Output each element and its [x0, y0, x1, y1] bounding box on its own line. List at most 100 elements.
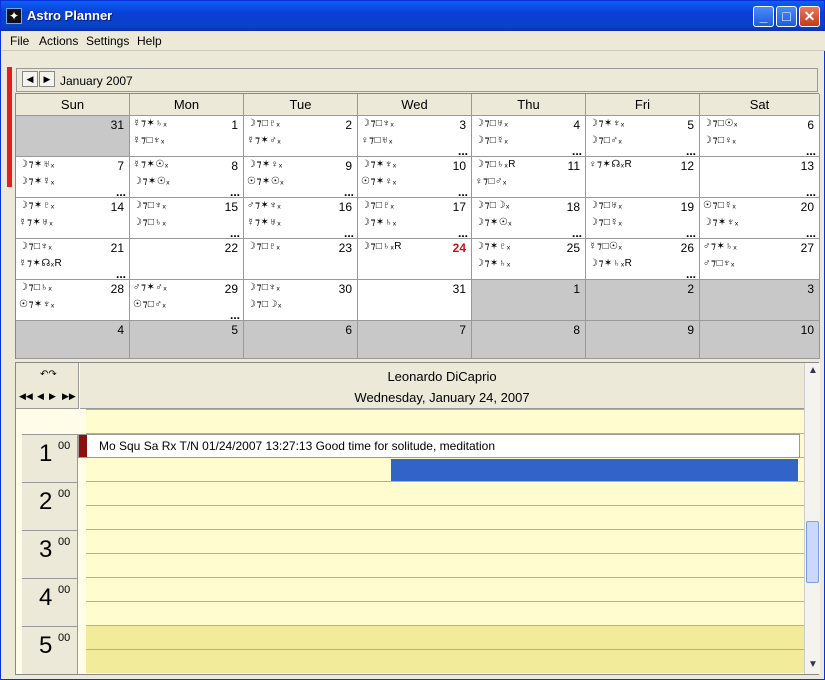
more-indicator[interactable]: ... — [458, 145, 468, 156]
more-indicator[interactable]: ... — [116, 268, 126, 279]
aspect-entry[interactable]: ☽⁊□♄ₓR — [361, 241, 402, 252]
aspect-entry[interactable]: ☽⁊□♄ₓ — [19, 282, 52, 293]
menu-help[interactable]: Help — [137, 34, 162, 48]
aspect-entry[interactable]: ☽⁊✶♄ₓ — [361, 217, 397, 228]
time-slot-row[interactable] — [86, 409, 804, 433]
more-indicator[interactable]: ... — [806, 227, 816, 238]
time-slot-row[interactable] — [86, 577, 804, 601]
aspect-entry[interactable]: ☽⁊✶♇ₓ — [19, 200, 55, 211]
aspect-entry[interactable]: ♀⁊✶☊ₓR — [589, 159, 632, 170]
aspect-entry[interactable]: ☿⁊✶♅ₓ — [247, 217, 281, 228]
calendar-day-cell[interactable]: 3 ☽⁊□♆ₓ ♀⁊□♅ₓ... — [358, 116, 472, 157]
aspect-entry[interactable]: ☿⁊✶☉ₓ — [133, 159, 169, 170]
event-duration-bar[interactable] — [391, 459, 798, 481]
more-indicator[interactable]: ... — [458, 227, 468, 238]
more-indicator[interactable]: ... — [344, 227, 354, 238]
calendar-day-cell[interactable]: 14 ☽⁊✶♇ₓ ☿⁊✶♅ₓ — [16, 198, 130, 239]
aspect-entry[interactable]: ☿⁊✶♅ₓ — [19, 217, 53, 228]
more-indicator[interactable]: ... — [230, 186, 240, 197]
time-slot-row[interactable] — [86, 625, 804, 649]
time-slot-row[interactable] — [86, 481, 804, 505]
calendar-day-cell[interactable]: 18 ☽⁊□☽ₓ ☽⁊✶☉ₓ... — [472, 198, 586, 239]
calendar-day-cell[interactable]: 26 ☿⁊□☉ₓ ☽⁊✶♄ₓR... — [586, 239, 700, 280]
aspect-entry[interactable]: ☽⁊✶♇ₓ — [475, 241, 511, 252]
aspect-entry[interactable]: ☉⁊□♂ₓ — [133, 299, 166, 310]
calendar-day-cell[interactable]: 27 ♂⁊✶♄ₓ ♂⁊□♆ₓ — [700, 239, 820, 280]
calendar-day-cell[interactable]: 1 ☿⁊✶♄ₓ ☿⁊□♆ₓ — [130, 116, 244, 157]
aspect-entry[interactable]: ☽⁊□♆ₓ — [247, 282, 280, 293]
aspect-entry[interactable]: ☽⁊□☽ₓ — [475, 200, 510, 211]
calendar-day-cell[interactable]: 10 ☽⁊✶♆ₓ ☉⁊✶♀ₓ... — [358, 157, 472, 198]
aspect-entry[interactable]: ☉⁊✶☉ₓ — [247, 176, 284, 187]
menu-file[interactable]: File — [10, 34, 29, 48]
time-slot-row[interactable] — [86, 649, 804, 673]
calendar-day-cell[interactable]: 24 ☽⁊□♄ₓR — [358, 239, 472, 280]
more-indicator[interactable]: ... — [572, 145, 582, 156]
calendar-day-cell[interactable]: 20 ☉⁊□☿ₓ ☽⁊✶♆ₓ... — [700, 198, 820, 239]
aspect-entry[interactable]: ☿⁊□☉ₓ — [589, 241, 622, 252]
aspect-entry[interactable]: ☽⁊✶♀ₓ — [247, 159, 283, 170]
calendar-day-cell[interactable]: 9 ☽⁊✶♀ₓ ☉⁊✶☉ₓ... — [244, 157, 358, 198]
close-button[interactable]: ✕ — [799, 6, 820, 27]
aspect-entry[interactable]: ♀⁊□♅ₓ — [361, 135, 393, 146]
aspect-entry[interactable]: ☽⁊✶♆ₓ — [589, 118, 625, 129]
calendar-day-cell[interactable]: 23 ☽⁊□♇ₓ — [244, 239, 358, 280]
aspect-entry[interactable]: ☉⁊✶♀ₓ — [361, 176, 397, 187]
prev-day-icon[interactable]: ◀ — [37, 391, 44, 402]
calendar-day-cell[interactable]: 9 — [586, 321, 700, 359]
scroll-down-icon[interactable]: ▼ — [806, 659, 820, 673]
more-indicator[interactable]: ... — [458, 186, 468, 197]
aspect-entry[interactable]: ☽⁊□♅ₓ — [475, 118, 508, 129]
calendar-day-cell[interactable]: 10 — [700, 321, 820, 359]
more-indicator[interactable]: ... — [806, 145, 816, 156]
aspect-entry[interactable]: ☽⁊□♆ₓ — [19, 241, 52, 252]
aspect-entry[interactable]: ☽⁊□♀ₓ — [703, 135, 736, 146]
aspect-entry[interactable]: ☽⁊□☉ₓ — [703, 118, 738, 129]
aspect-entry[interactable]: ♂⁊✶♄ₓ — [703, 241, 737, 252]
aspect-entry[interactable]: ☽⁊✶♆ₓ — [361, 159, 397, 170]
refresh-icon[interactable]: ↶↷ — [40, 369, 57, 380]
more-indicator[interactable]: ... — [572, 227, 582, 238]
aspect-entry[interactable]: ☽⁊□♅ₓ — [589, 200, 622, 211]
time-slot-row[interactable] — [86, 553, 804, 577]
more-indicator[interactable]: ... — [116, 186, 126, 197]
calendar-day-cell[interactable]: 1 — [472, 280, 586, 321]
calendar-day-cell[interactable]: 11 ☽⁊□♄ₓR ♀⁊□♂ₓ — [472, 157, 586, 198]
maximize-button[interactable]: □ — [776, 6, 797, 27]
time-slot-row[interactable] — [86, 529, 804, 553]
calendar-day-cell[interactable]: 2 — [586, 280, 700, 321]
aspect-entry[interactable]: ☽⁊□♆ₓ — [361, 118, 394, 129]
aspect-entry[interactable]: ☉⁊✶♆ₓ — [19, 299, 55, 310]
calendar-day-cell[interactable]: 21 ☽⁊□♆ₓ ☿⁊✶☊ₓR... — [16, 239, 130, 280]
calendar-day-cell[interactable]: 13... — [700, 157, 820, 198]
calendar-day-cell[interactable]: 7 — [358, 321, 472, 359]
calendar-day-cell[interactable]: 6 ☽⁊□☉ₓ ☽⁊□♀ₓ... — [700, 116, 820, 157]
aspect-entry[interactable]: ☽⁊□♇ₓ — [247, 118, 280, 129]
calendar-day-cell[interactable]: 31 — [16, 116, 130, 157]
menu-settings[interactable]: Settings — [86, 34, 129, 48]
aspect-entry[interactable]: ☽⁊□♇ₓ — [361, 200, 394, 211]
aspect-entry[interactable]: ☿⁊✶♄ₓ — [133, 118, 167, 129]
aspect-entry[interactable]: ☽⁊□♆ₓ — [133, 200, 166, 211]
aspect-entry[interactable]: ♂⁊✶♂ₓ — [133, 282, 167, 293]
aspect-entry[interactable]: ☉⁊□☿ₓ — [703, 200, 736, 211]
calendar-day-cell[interactable]: 22 — [130, 239, 244, 280]
title-bar[interactable]: ✦ Astro Planner _ □ ✕ — [1, 1, 824, 31]
prev-month-button[interactable]: ◀ — [22, 71, 38, 87]
event-row[interactable]: Mo Squ Sa Rx T/N 01/24/2007 13:27:13 Goo… — [78, 434, 800, 458]
more-indicator[interactable]: ... — [686, 227, 696, 238]
more-indicator[interactable]: ... — [806, 186, 816, 197]
first-day-icon[interactable]: ◀◀ — [19, 391, 33, 402]
aspect-entry[interactable]: ☽⁊✶☿ₓ — [19, 176, 55, 187]
calendar-day-cell[interactable]: 12 ♀⁊✶☊ₓR — [586, 157, 700, 198]
aspect-entry[interactable]: ☽⁊✶♅ₓ — [19, 159, 55, 170]
minimize-button[interactable]: _ — [753, 6, 774, 27]
calendar-day-cell[interactable]: 28 ☽⁊□♄ₓ ☉⁊✶♆ₓ — [16, 280, 130, 321]
aspect-entry[interactable]: ☽⁊□☿ₓ — [475, 135, 508, 146]
calendar-day-cell[interactable]: 16 ♂⁊✶♆ₓ ☿⁊✶♅ₓ... — [244, 198, 358, 239]
aspect-entry[interactable]: ☽⁊□♂ₓ — [589, 135, 622, 146]
aspect-entry[interactable]: ☽⁊✶☉ₓ — [475, 217, 512, 228]
more-indicator[interactable]: ... — [686, 145, 696, 156]
calendar-day-cell[interactable]: 5 ☽⁊✶♆ₓ ☽⁊□♂ₓ... — [586, 116, 700, 157]
menu-actions[interactable]: Actions — [39, 34, 78, 48]
